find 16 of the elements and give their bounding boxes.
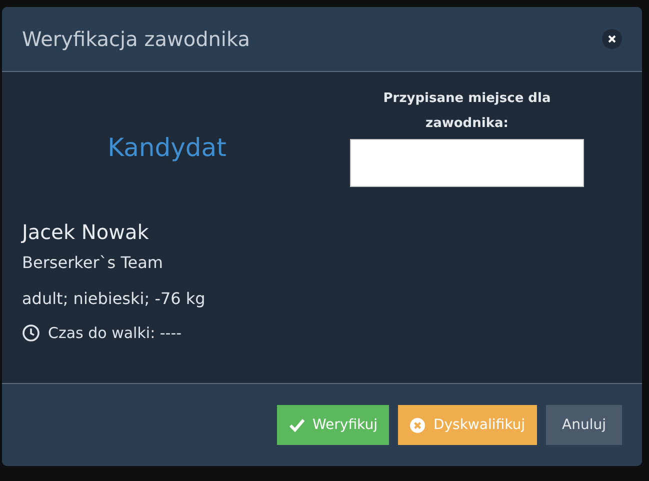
status-label: Kandydat: [108, 132, 226, 162]
clock-icon: [22, 324, 40, 342]
place-label: Przypisane miejsce dla zawodnika:: [382, 90, 552, 133]
check-icon: [288, 418, 305, 432]
competitor-details: adult; niebieski; -76 kg: [22, 289, 206, 308]
place-field[interactable]: [350, 139, 584, 187]
verify-button[interactable]: Weryfikuj: [276, 405, 390, 445]
disqualify-button[interactable]: Dyskwalifikuj: [398, 405, 538, 445]
x-circle-icon: [410, 418, 426, 432]
close-icon: [608, 35, 616, 43]
close-button[interactable]: [602, 29, 622, 49]
cancel-button[interactable]: Anuluj: [546, 405, 622, 445]
dialog-title: Weryfikacja zawodnika: [22, 27, 250, 51]
fight-time: Czas do walki: ----: [48, 324, 182, 342]
competitor-name: Jacek Nowak: [22, 220, 150, 244]
team-name: Berserker`s Team: [22, 253, 164, 272]
